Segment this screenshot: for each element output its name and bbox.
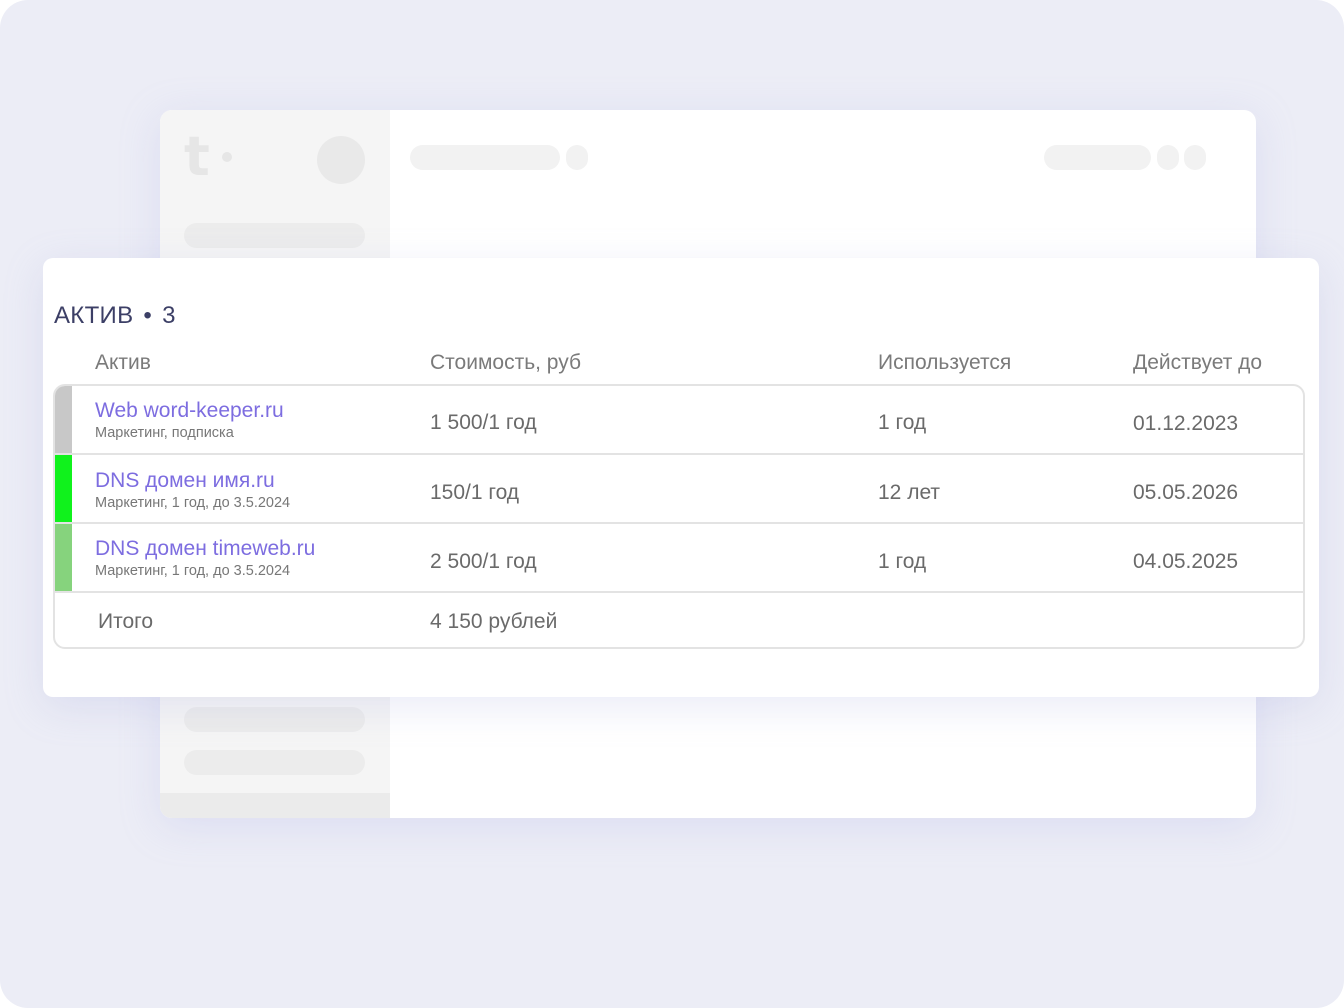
status-indicator <box>55 524 72 591</box>
asset-subtitle: Маркетинг, подписка <box>95 425 234 441</box>
asset-name-link[interactable]: Web word-keeper.ru <box>95 399 284 423</box>
sidebar-footer-placeholder <box>160 793 390 818</box>
asset-subtitle: Маркетинг, 1 год, до 3.5.2024 <box>95 563 291 579</box>
card-title-separator: • <box>143 302 153 329</box>
asset-cost: 2 500/1 год <box>430 550 537 573</box>
card-title-count: 3 <box>162 302 176 329</box>
card-title: АКТИВ • 3 <box>54 302 176 330</box>
header-skeleton-pill <box>1044 145 1151 170</box>
asset-name-link[interactable]: DNS домен имя.ru <box>95 469 275 493</box>
assets-table: Web word-keeper.ru Маркетинг, подписка 1… <box>53 384 1305 649</box>
asset-cost: 1 500/1 год <box>430 411 537 434</box>
table-row[interactable]: DNS домен timeweb.ru Маркетинг, 1 год, д… <box>55 524 1303 593</box>
asset-used: 12 лет <box>878 481 941 504</box>
asset-valid-until: 01.12.2023 <box>1133 412 1239 435</box>
asset-valid-until: 04.05.2025 <box>1133 550 1239 573</box>
status-indicator <box>55 455 72 522</box>
asset-valid-until: 05.05.2026 <box>1133 481 1239 504</box>
column-header-cost: Стоимость, руб <box>430 351 582 374</box>
card-title-text: АКТИВ <box>54 302 134 329</box>
table-total-row: Итого 4 150 рублей <box>55 593 1303 647</box>
table-row[interactable]: DNS домен имя.ru Маркетинг, 1 год, до 3.… <box>55 455 1303 524</box>
asset-cost: 150/1 год <box>430 481 520 504</box>
sidebar-skeleton-item <box>184 223 365 248</box>
avatar <box>317 136 365 184</box>
asset-used: 1 год <box>878 411 927 434</box>
header-skeleton-dot <box>566 145 588 170</box>
header-skeleton-dot <box>1157 145 1179 170</box>
sidebar-skeleton-item <box>184 750 365 775</box>
table-row[interactable]: Web word-keeper.ru Маркетинг, подписка 1… <box>55 386 1303 455</box>
asset-subtitle: Маркетинг, 1 год, до 3.5.2024 <box>95 495 291 511</box>
assets-card: АКТИВ • 3 Актив Стоимость, руб Используетс… <box>43 258 1319 697</box>
column-header-asset: Актив <box>95 351 151 374</box>
sidebar-skeleton-item <box>184 707 365 732</box>
total-value: 4 150 рублей <box>430 610 558 633</box>
header-skeleton-title <box>410 145 560 170</box>
total-label: Итого <box>98 610 154 633</box>
asset-used: 1 год <box>878 550 927 573</box>
column-header-used: Используется <box>878 351 1012 374</box>
status-indicator <box>55 386 72 453</box>
logo-icon: t <box>184 130 244 190</box>
column-header-valid-until: Действует до <box>1133 351 1263 374</box>
asset-name-link[interactable]: DNS домен timeweb.ru <box>95 537 315 561</box>
header-skeleton-dot <box>1184 145 1206 170</box>
